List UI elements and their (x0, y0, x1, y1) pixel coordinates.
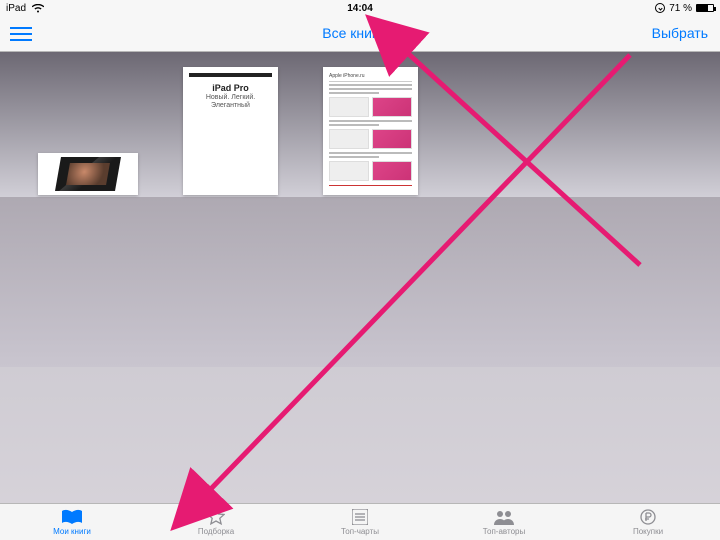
tab-label: Подборка (198, 527, 234, 536)
ipad-pro-image (55, 157, 121, 191)
battery-icon (696, 4, 714, 12)
list-icon (352, 508, 368, 526)
book-icon (61, 508, 83, 526)
orientation-lock-icon (655, 3, 665, 13)
collection-title: Все книги (322, 25, 385, 41)
collection-picker[interactable]: Все книги ▼ (322, 25, 398, 41)
book-item-1[interactable] (38, 153, 138, 195)
status-bar: iPad 14:04 71 % (0, 0, 720, 16)
tab-label: Топ-авторы (483, 527, 525, 536)
people-icon (494, 508, 514, 526)
tab-label: Мои книги (53, 527, 91, 536)
battery-percent: 71 % (669, 3, 692, 14)
tab-my-books[interactable]: Мои книги (0, 504, 144, 540)
chevron-down-icon: ▼ (389, 28, 398, 38)
wifi-icon (32, 4, 44, 13)
select-button[interactable]: Выбрать (652, 25, 708, 41)
tab-label: Покупки (633, 527, 663, 536)
star-icon (207, 508, 225, 526)
status-time: 14:04 (347, 3, 373, 14)
screen: iPad 14:04 71 % Все книги ▼ Выбрать iPad… (0, 0, 720, 540)
device-label: iPad (6, 3, 26, 14)
ruble-icon (640, 508, 656, 526)
list-view-button[interactable] (10, 24, 32, 44)
tab-label: Топ-чарты (341, 527, 379, 536)
annotation-arrow-2 (390, 40, 650, 275)
